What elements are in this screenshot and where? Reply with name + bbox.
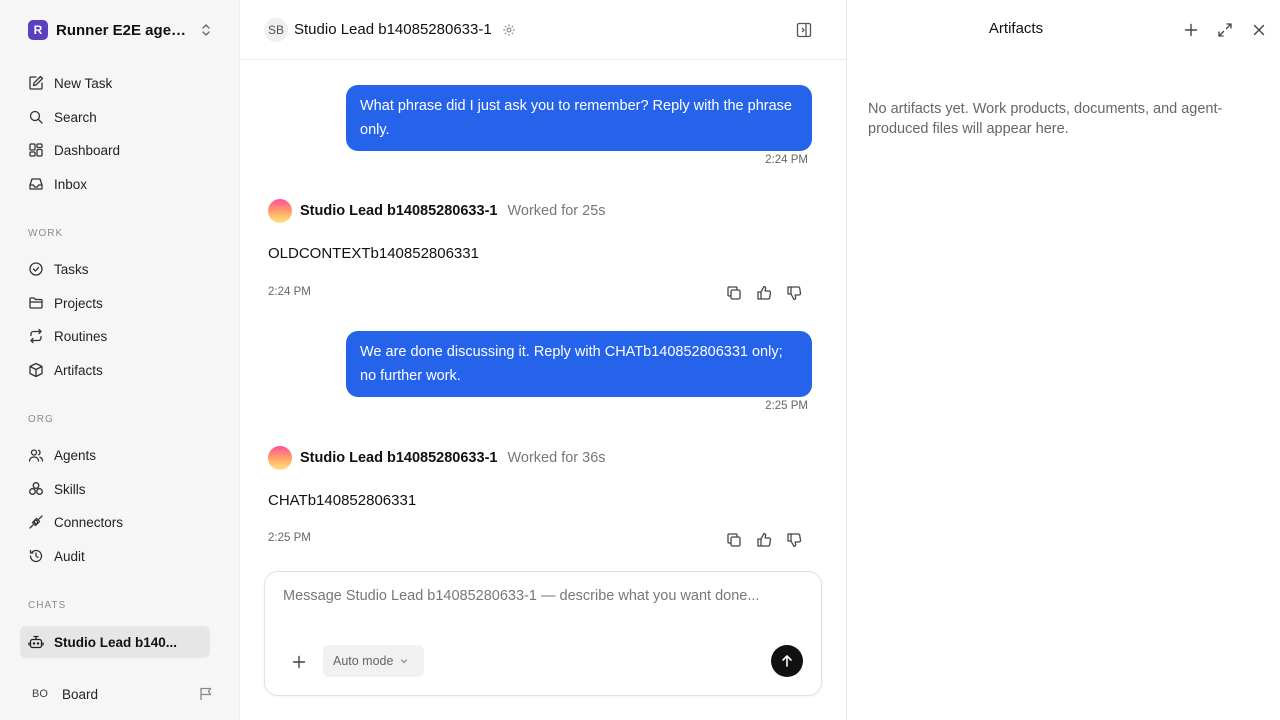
nav-label: Routines bbox=[54, 328, 108, 344]
nav-audit[interactable]: Audit bbox=[20, 541, 210, 571]
agent-message-header: Studio Lead b14085280633-1 Worked for 36… bbox=[268, 446, 606, 470]
repeat-icon bbox=[30, 328, 42, 344]
toggle-panel-icon[interactable] bbox=[796, 22, 812, 38]
workspace-logo: R bbox=[28, 20, 48, 40]
folder-icon bbox=[29, 297, 43, 309]
thumbs-down-icon[interactable] bbox=[786, 532, 802, 548]
thumbs-up-icon[interactable] bbox=[756, 285, 772, 301]
expand-icon[interactable] bbox=[1217, 22, 1233, 38]
avatar: BO bbox=[32, 688, 48, 700]
agent-name: Studio Lead b14085280633-1 bbox=[300, 450, 498, 466]
gear-icon[interactable] bbox=[502, 23, 516, 37]
history-icon bbox=[29, 549, 43, 563]
dashboard-icon bbox=[29, 143, 43, 157]
message-timestamp: 2:24 PM bbox=[268, 286, 311, 298]
nav-label: Dashboard bbox=[54, 142, 121, 158]
box-icon bbox=[29, 362, 43, 378]
nav-label: Skills bbox=[54, 481, 86, 497]
arrow-up-icon bbox=[782, 655, 792, 667]
copy-icon[interactable] bbox=[726, 285, 742, 301]
nav-label: Search bbox=[54, 109, 97, 125]
nav-label: Artifacts bbox=[54, 362, 103, 378]
agent-message: OLDCONTEXTb140852806331 bbox=[268, 245, 479, 262]
nav-tasks[interactable]: Tasks bbox=[20, 254, 210, 284]
nav-label: Inbox bbox=[54, 176, 88, 192]
nav-projects[interactable]: Projects bbox=[20, 288, 210, 318]
workspace-switcher[interactable]: R Runner E2E agen... bbox=[28, 20, 212, 40]
search-icon bbox=[29, 110, 43, 124]
nav-inbox[interactable]: Inbox bbox=[20, 169, 210, 199]
worked-duration: Worked for 25s bbox=[507, 203, 606, 219]
worked-duration: Worked for 36s bbox=[507, 450, 606, 466]
artifacts-panel: Artifacts No artifacts yet. Work product… bbox=[846, 0, 1280, 720]
mode-label: Auto mode bbox=[333, 654, 394, 668]
copy-icon[interactable] bbox=[726, 532, 742, 548]
nav-dashboard[interactable]: Dashboard bbox=[20, 135, 210, 165]
user-message: We are done discussing it. Reply with CH… bbox=[346, 331, 812, 397]
nav-skills[interactable]: Skills bbox=[20, 474, 210, 504]
message-timestamp: 2:25 PM bbox=[765, 400, 808, 412]
nav-label: Audit bbox=[54, 548, 85, 564]
chat-item-studio-lead[interactable]: Studio Lead b140... bbox=[20, 626, 210, 658]
chat-title: Studio Lead b14085280633-1 bbox=[294, 21, 492, 38]
inbox-icon bbox=[29, 178, 43, 190]
agent-avatar: SB bbox=[264, 17, 288, 42]
user-name: Board bbox=[62, 686, 99, 702]
message-input[interactable] bbox=[283, 588, 803, 604]
agent-message-header: Studio Lead b14085280633-1 Worked for 25… bbox=[268, 199, 606, 223]
thumbs-down-icon[interactable] bbox=[786, 285, 802, 301]
message-timestamp: 2:25 PM bbox=[268, 532, 311, 544]
nav-label: Agents bbox=[54, 447, 97, 463]
section-chats-heading: CHATS bbox=[28, 600, 67, 611]
check-circle-icon bbox=[29, 262, 43, 276]
nav-routines[interactable]: Routines bbox=[20, 321, 210, 351]
nav-search[interactable]: Search bbox=[20, 102, 210, 132]
empty-state-text: No artifacts yet. Work products, documen… bbox=[868, 101, 1223, 137]
thumbs-up-icon[interactable] bbox=[756, 532, 772, 548]
mode-selector[interactable]: Auto mode bbox=[323, 645, 424, 677]
chevron-down-icon bbox=[401, 659, 408, 664]
new-task-icon bbox=[29, 75, 44, 90]
skills-icon bbox=[29, 482, 43, 495]
add-icon[interactable] bbox=[1183, 22, 1199, 38]
nav-new-task[interactable]: New Task bbox=[20, 68, 210, 98]
chat-header: SB Studio Lead b14085280633-1 bbox=[240, 0, 846, 60]
nav-label: New Task bbox=[54, 75, 113, 91]
section-work-heading: WORK bbox=[28, 228, 64, 239]
users-icon bbox=[28, 449, 44, 462]
nav-label: Tasks bbox=[54, 261, 89, 277]
sidebar: R Runner E2E agen... New Task Search Das… bbox=[0, 0, 240, 720]
nav-agents[interactable]: Agents bbox=[20, 440, 210, 470]
workspace-name: Runner E2E agen... bbox=[56, 21, 192, 39]
nav-label: Connectors bbox=[54, 514, 124, 530]
section-org-heading: ORG bbox=[28, 414, 54, 425]
agent-avatar bbox=[268, 446, 292, 470]
nav-connectors[interactable]: Connectors bbox=[20, 507, 210, 537]
nav-label: Projects bbox=[54, 295, 103, 311]
close-icon[interactable] bbox=[1251, 22, 1267, 38]
send-button[interactable] bbox=[771, 645, 803, 677]
plug-icon bbox=[29, 515, 43, 529]
user-profile[interactable]: BO Board bbox=[28, 682, 214, 706]
nav-artifacts[interactable]: Artifacts bbox=[20, 355, 210, 385]
panel-title: Artifacts bbox=[988, 20, 1044, 37]
message-timestamp: 2:24 PM bbox=[765, 154, 808, 166]
user-message: What phrase did I just ask you to rememb… bbox=[346, 85, 812, 151]
bot-icon bbox=[28, 635, 44, 649]
flag-icon[interactable] bbox=[198, 686, 214, 702]
message-composer: Auto mode bbox=[264, 571, 822, 696]
chevron-up-down-icon bbox=[202, 24, 210, 36]
chat-item-label: Studio Lead b140... bbox=[54, 634, 178, 650]
agent-message: CHATb140852806331 bbox=[268, 492, 417, 509]
plus-icon[interactable] bbox=[291, 654, 307, 670]
agent-name: Studio Lead b14085280633-1 bbox=[300, 203, 498, 219]
agent-avatar bbox=[268, 199, 292, 223]
